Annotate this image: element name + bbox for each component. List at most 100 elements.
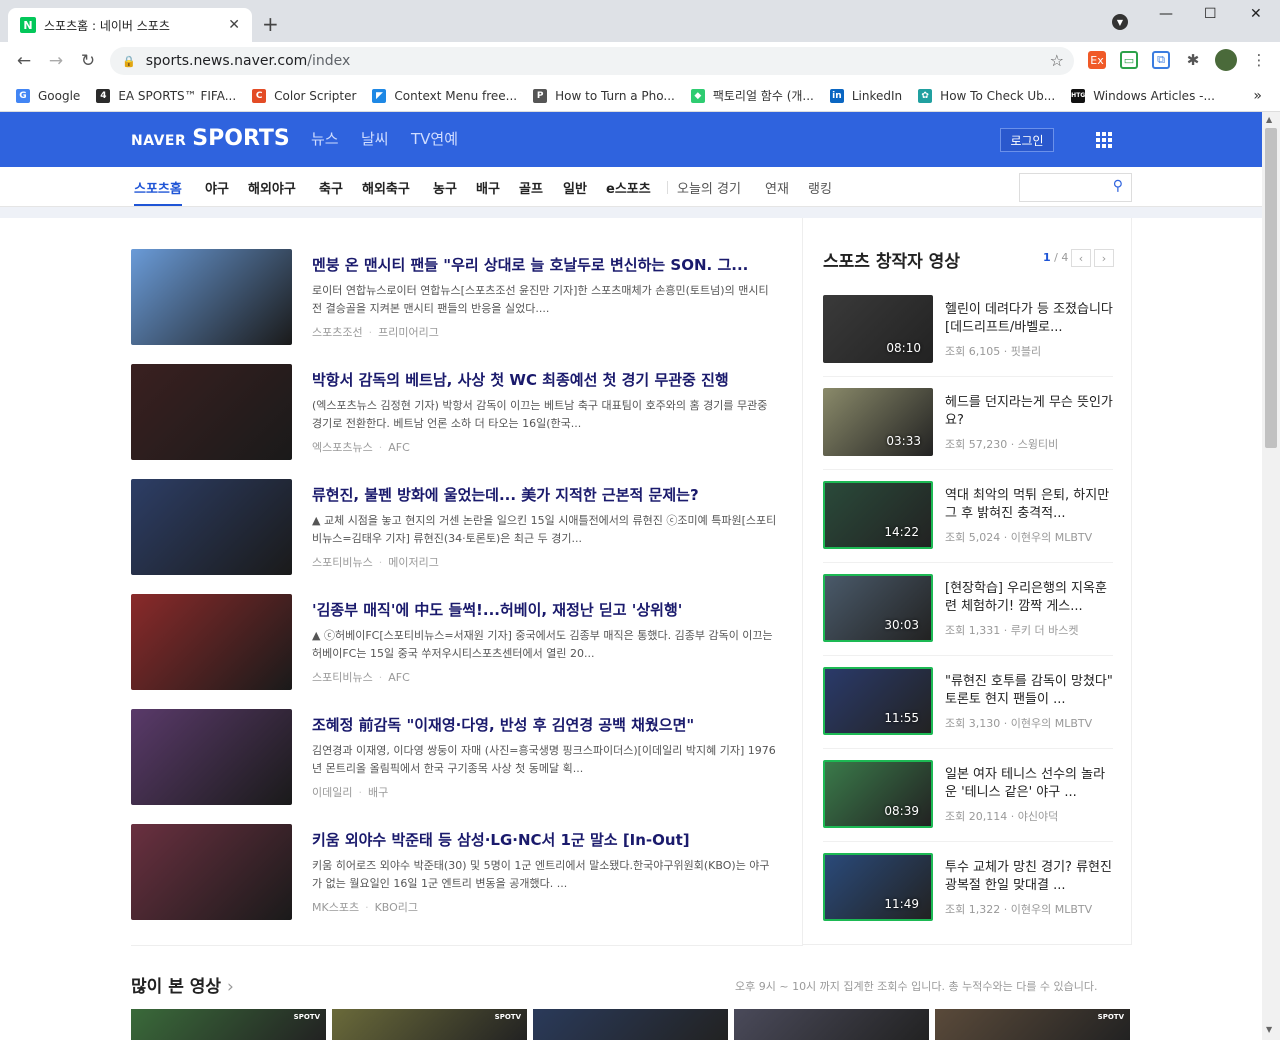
article-item[interactable]: 조혜정 前감독 "이재영·다영, 반성 후 김연경 공백 채웠으면" 김연경과 이… (131, 709, 781, 805)
video-title[interactable]: 역대 최악의 먹튀 은퇴, 하지만 그 후 밝혀진 충격적... (945, 487, 1113, 523)
video-item[interactable]: 14:22 역대 최악의 먹튀 은퇴, 하지만 그 후 밝혀진 충격적... 조회 … (823, 481, 1115, 551)
bookmark-item[interactable]: ◆ 팩토리얼 함수 (개... (690, 87, 814, 104)
scroll-down-icon[interactable]: ▼ (1266, 1025, 1272, 1034)
video-title[interactable]: 일본 여자 테니스 선수의 놀라운 '테니스 같은' 야구 ... (945, 766, 1113, 802)
nav-sub-item[interactable]: 랭킹 (808, 178, 832, 197)
video-thumbnail[interactable]: 11:55 (823, 667, 933, 735)
video-item[interactable]: 30:03 [현장학습] 우리은행의 지옥훈련 체험하기! 깜짝 게스... 조회 … (823, 574, 1115, 644)
nav-item[interactable]: 야구 (205, 178, 229, 197)
search-input[interactable]: ⚲ (1019, 173, 1132, 202)
video-title[interactable]: 헤드를 던지라는게 무슨 뜻인가요? (945, 394, 1113, 430)
nav-sub-item[interactable]: 연재 (765, 178, 789, 197)
most-viewed-thumbnail[interactable] (734, 1009, 929, 1040)
close-tab-icon[interactable]: ✕ (228, 17, 240, 33)
bookmark-item[interactable]: C Color Scripter (252, 88, 356, 103)
scroll-up-icon[interactable]: ▲ (1266, 115, 1272, 124)
bookmark-item[interactable]: 4 EA SPORTS™ FIFA... (96, 88, 236, 103)
nav-item[interactable]: 축구 (319, 178, 343, 197)
article-title[interactable]: 류현진, 불펜 방화에 울었는데... 美가 지적한 근본적 문제는? (312, 484, 782, 505)
video-title[interactable]: 투수 교체가 망친 경기? 류현진 광복절 한일 맞대결 ... (945, 859, 1113, 895)
gnb-link-news[interactable]: 뉴스 (311, 128, 339, 149)
more-bookmarks-icon[interactable]: » (1253, 88, 1262, 104)
article-thumbnail[interactable] (131, 594, 292, 690)
bookmark-item[interactable]: HTG Windows Articles -... (1071, 88, 1215, 103)
article-item[interactable]: 류현진, 불펜 방화에 울었는데... 美가 지적한 근본적 문제는? ▲ 교체 … (131, 479, 781, 575)
video-thumbnail[interactable]: 14:22 (823, 481, 933, 549)
most-viewed-thumbnail[interactable]: SPOTV (332, 1009, 527, 1040)
gnb-link-weather[interactable]: 날씨 (361, 128, 389, 149)
bookmark-item[interactable]: ✿ How To Check Ub... (918, 88, 1055, 103)
nav-sub-item[interactable]: 오늘의 경기 (677, 178, 741, 197)
reload-icon[interactable]: ↻ (72, 51, 104, 71)
nav-item[interactable]: 해외축구 (362, 178, 410, 197)
new-tab-button[interactable]: + (262, 12, 279, 36)
puzzle-extensions-icon[interactable]: ✱ (1184, 51, 1202, 69)
back-icon[interactable]: ← (8, 51, 40, 71)
close-window-icon[interactable]: ✕ (1250, 6, 1262, 22)
video-item[interactable]: 08:39 일본 여자 테니스 선수의 놀라운 '테니스 같은' 야구 ... 조회… (823, 760, 1115, 830)
page-scrollbar[interactable]: ▲ ▼ (1262, 112, 1280, 1040)
tab-search-icon[interactable]: ▼ (1112, 14, 1128, 30)
extension-icon[interactable]: ▭ (1120, 51, 1138, 69)
article-thumbnail[interactable] (131, 824, 292, 920)
bookmark-item[interactable]: ◤ Context Menu free... (372, 88, 517, 103)
service-menu-icon[interactable] (1096, 132, 1112, 148)
article-thumbnail[interactable] (131, 364, 292, 460)
video-thumbnail[interactable]: 11:49 (823, 853, 933, 921)
extension-icon[interactable]: ⧉ (1152, 51, 1170, 69)
video-item[interactable]: 03:33 헤드를 던지라는게 무슨 뜻인가요? 조회 57,230 · 스윙티비 (823, 388, 1115, 458)
address-bar[interactable]: 🔒 sports.news.naver.com/index ☆ (110, 47, 1074, 75)
video-thumbnail[interactable]: 30:03 (823, 574, 933, 642)
minimize-icon[interactable]: — (1159, 6, 1173, 22)
article-title[interactable]: 조혜정 前감독 "이재영·다영, 반성 후 김연경 공백 채웠으면" (312, 714, 782, 735)
video-item[interactable]: 11:55 "류현진 호투를 감독이 망쳤다" 토론토 현지 팬들이 ... 조회 … (823, 667, 1115, 737)
most-viewed-title[interactable]: 많이 본 영상 › (131, 972, 234, 997)
bookmark-item[interactable]: in LinkedIn (829, 88, 902, 103)
video-thumbnail[interactable]: 08:10 (823, 295, 933, 363)
nav-item[interactable]: e스포츠 (606, 178, 651, 197)
video-thumbnail[interactable]: 03:33 (823, 388, 933, 456)
extension-icon[interactable]: Ex (1088, 51, 1106, 69)
profile-avatar[interactable] (1215, 49, 1237, 71)
nav-item[interactable]: 배구 (476, 178, 500, 197)
most-viewed-thumbnail[interactable]: SPOTV (131, 1009, 326, 1040)
video-title[interactable]: [현장학습] 우리은행의 지옥훈련 체험하기! 깜짝 게스... (945, 580, 1113, 616)
gnb-link-tv[interactable]: TV연예 (411, 128, 458, 149)
video-item[interactable]: 08:10 헬린이 데려다가 등 조졌습니다 [데드리프트/바벨로... 조회 6,… (823, 295, 1115, 365)
article-title[interactable]: 멘붕 온 맨시티 팬들 "우리 상대로 늘 호날두로 변신하는 SON. 그..… (312, 254, 782, 275)
maximize-icon[interactable]: ☐ (1204, 6, 1217, 22)
browser-tab[interactable]: N 스포츠홈 : 네이버 스포츠 ✕ (8, 8, 252, 42)
next-page-button[interactable]: › (1094, 249, 1114, 267)
article-item[interactable]: 멘붕 온 맨시티 팬들 "우리 상대로 늘 호날두로 변신하는 SON. 그..… (131, 249, 781, 345)
article-title[interactable]: 박항서 감독의 베트남, 사상 첫 WC 최종예선 첫 경기 무관중 진행 (312, 369, 782, 390)
naver-sports-logo[interactable]: NAVER SPORTS (131, 126, 290, 151)
article-item[interactable]: 키움 외야수 박준태 등 삼성·LG·NC서 1군 말소 [In-Out] 키움 … (131, 824, 781, 920)
video-title[interactable]: 헬린이 데려다가 등 조졌습니다 [데드리프트/바벨로... (945, 301, 1113, 337)
article-title[interactable]: '김종부 매직'에 中도 들썩!...허베이, 재정난 딛고 '상위행' (312, 599, 782, 620)
search-icon[interactable]: ⚲ (1113, 178, 1123, 194)
video-item[interactable]: 11:49 투수 교체가 망친 경기? 류현진 광복절 한일 맞대결 ... 조회 … (823, 853, 1115, 923)
article-item[interactable]: 박항서 감독의 베트남, 사상 첫 WC 최종예선 첫 경기 무관중 진행 (엑스… (131, 364, 781, 460)
article-title[interactable]: 키움 외야수 박준태 등 삼성·LG·NC서 1군 말소 [In-Out] (312, 829, 782, 850)
scroll-thumb[interactable] (1265, 128, 1277, 448)
nav-item[interactable]: 농구 (433, 178, 457, 197)
most-viewed-thumbnail[interactable] (533, 1009, 728, 1040)
nav-item[interactable]: 골프 (519, 178, 543, 197)
bookmark-item[interactable]: P How to Turn a Pho... (533, 88, 675, 103)
article-thumbnail[interactable] (131, 709, 292, 805)
video-title[interactable]: "류현진 호투를 감독이 망쳤다" 토론토 현지 팬들이 ... (945, 673, 1113, 709)
article-thumbnail[interactable] (131, 249, 292, 345)
menu-kebab-icon[interactable]: ⋮ (1250, 51, 1268, 69)
login-button[interactable]: 로그인 (1000, 128, 1054, 152)
bookmark-item[interactable]: G Google (16, 88, 80, 103)
nav-item[interactable]: 일반 (563, 178, 587, 197)
bookmark-star-icon[interactable]: ☆ (1050, 51, 1064, 70)
prev-page-button[interactable]: ‹ (1071, 249, 1091, 267)
video-thumbnail[interactable]: 08:39 (823, 760, 933, 828)
article-thumbnail[interactable] (131, 479, 292, 575)
forward-icon[interactable]: → (40, 51, 72, 71)
nav-item[interactable]: 스포츠홈 (134, 178, 182, 206)
most-viewed-thumbnail[interactable]: SPOTV (935, 1009, 1130, 1040)
nav-item[interactable]: 해외야구 (248, 178, 296, 197)
article-item[interactable]: '김종부 매직'에 中도 들썩!...허베이, 재정난 딛고 '상위행' ▲ ⓒ허… (131, 594, 781, 690)
